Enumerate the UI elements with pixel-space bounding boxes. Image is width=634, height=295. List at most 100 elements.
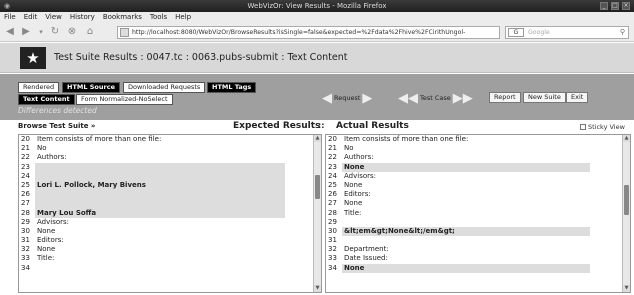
tab-rendered[interactable]: Rendered bbox=[18, 82, 60, 93]
stop-icon[interactable]: ⊗ bbox=[66, 26, 78, 38]
window-controls: _ □ × bbox=[600, 2, 630, 10]
scrollbar-thumb[interactable] bbox=[624, 185, 629, 215]
result-line: 29 Advisors: bbox=[19, 218, 285, 227]
search-placeholder: Google bbox=[528, 29, 550, 36]
scroll-up-icon[interactable]: ▲ bbox=[314, 135, 321, 142]
result-line: 29 bbox=[326, 218, 590, 227]
home-icon[interactable]: ⌂ bbox=[84, 26, 96, 38]
result-line: 22 Authors: bbox=[19, 153, 285, 162]
actual-scrollbar[interactable]: ▲ ▼ bbox=[622, 135, 630, 292]
request-nav[interactable]: ◀ Request ▶ bbox=[322, 91, 372, 105]
line-text: Mary Lou Soffa bbox=[35, 208, 285, 218]
line-number: 28 bbox=[21, 208, 30, 217]
line-number: 24 bbox=[328, 171, 337, 180]
result-line: 24 Advisors: bbox=[326, 172, 590, 181]
result-line: 26 Editors: bbox=[326, 190, 590, 199]
line-number: 25 bbox=[21, 180, 30, 189]
line-number: 33 bbox=[328, 254, 337, 263]
line-number: 29 bbox=[21, 217, 30, 226]
heading-separator: :: bbox=[318, 121, 325, 130]
line-text: None bbox=[342, 263, 590, 273]
expected-scrollbar[interactable]: ▲ ▼ bbox=[313, 135, 321, 292]
tab-html-source[interactable]: HTML Source bbox=[62, 82, 120, 93]
window-titlebar: ◉ WebVizOr: View Results - Mozilla Firef… bbox=[0, 0, 634, 12]
tab-form-normalized[interactable]: Form Normalized-NoSelect bbox=[76, 94, 173, 105]
prev-test-case-icon[interactable]: ◀◀ bbox=[398, 92, 418, 105]
search-icon[interactable]: ⚲ bbox=[620, 27, 625, 38]
line-number: 23 bbox=[21, 162, 30, 171]
expected-results-pane[interactable]: 20 Item consists of more than one file: 21… bbox=[18, 134, 322, 293]
line-text: Item consists of more than one file: bbox=[37, 135, 162, 143]
minimize-icon[interactable]: _ bbox=[600, 2, 608, 10]
url-text: http://localhost:8080/WebVizOr/BrowseRes… bbox=[132, 29, 466, 36]
result-line: 34 None bbox=[326, 263, 590, 273]
line-text: Authors: bbox=[344, 153, 374, 162]
expected-lines: 20 Item consists of more than one file: 21… bbox=[19, 135, 321, 273]
menu-bookmarks[interactable]: Bookmarks bbox=[103, 12, 142, 23]
firefox-icon: ◉ bbox=[3, 2, 11, 10]
actual-results-heading: Actual Results bbox=[336, 121, 409, 131]
scroll-down-icon[interactable]: ▼ bbox=[314, 285, 321, 292]
line-number: 34 bbox=[21, 263, 30, 272]
scroll-up-icon[interactable]: ▲ bbox=[623, 135, 630, 142]
sticky-view-checkbox[interactable] bbox=[580, 124, 586, 130]
forward-icon[interactable]: ▶ bbox=[20, 26, 32, 38]
scroll-down-icon[interactable]: ▼ bbox=[623, 285, 630, 292]
request-label: Request bbox=[334, 94, 361, 102]
close-icon[interactable]: × bbox=[622, 2, 630, 10]
tab-html-tags[interactable]: HTML Tags bbox=[207, 82, 257, 93]
line-text bbox=[35, 199, 285, 209]
report-button[interactable]: Report bbox=[489, 92, 521, 103]
menu-edit[interactable]: Edit bbox=[24, 12, 38, 23]
menu-help[interactable]: Help bbox=[175, 12, 191, 23]
result-line: 28 Title: bbox=[326, 209, 590, 218]
line-text: Advisors: bbox=[37, 217, 70, 226]
result-line: 32 Department: bbox=[326, 245, 590, 254]
line-number: 34 bbox=[328, 263, 337, 272]
history-dropdown-icon[interactable]: ▾ bbox=[35, 26, 47, 38]
reload-icon[interactable]: ↻ bbox=[49, 26, 61, 38]
line-text: No bbox=[344, 144, 354, 153]
menu-file[interactable]: File bbox=[4, 12, 16, 23]
exit-button[interactable]: Exit bbox=[566, 92, 589, 103]
scrollbar-thumb[interactable] bbox=[315, 175, 320, 199]
actual-results-pane[interactable]: 20 Item consists of more than one file: 21… bbox=[325, 134, 631, 293]
menu-tools[interactable]: Tools bbox=[150, 12, 167, 23]
menu-history[interactable]: History bbox=[70, 12, 95, 23]
sticky-view-toggle[interactable]: Sticky View bbox=[580, 123, 625, 131]
line-number: 25 bbox=[328, 180, 337, 189]
next-request-icon[interactable]: ▶ bbox=[362, 92, 372, 105]
menu-view[interactable]: View bbox=[45, 12, 62, 23]
line-text: Editors: bbox=[37, 236, 64, 245]
line-text: Advisors: bbox=[344, 171, 377, 180]
line-number: 26 bbox=[21, 190, 30, 199]
result-line: 27 None bbox=[326, 199, 590, 208]
page-header: ★ Test Suite Results : 0047.tc : 0063.pu… bbox=[0, 43, 634, 73]
window-title: WebVizOr: View Results - Mozilla Firefox bbox=[247, 2, 387, 10]
back-icon[interactable]: ◀ bbox=[4, 26, 16, 38]
result-line: 31 bbox=[326, 236, 590, 245]
test-case-nav[interactable]: ◀◀ Test Case ▶▶ bbox=[398, 91, 473, 105]
url-bar[interactable]: http://localhost:8080/WebVizOr/BrowseRes… bbox=[117, 26, 500, 39]
prev-request-icon[interactable]: ◀ bbox=[322, 92, 332, 105]
line-text: None bbox=[344, 199, 363, 208]
new-suite-button[interactable]: New Suite bbox=[523, 92, 566, 103]
line-number: 30 bbox=[21, 226, 30, 235]
result-line: 32 None bbox=[19, 245, 285, 254]
tab-text-content[interactable]: Text Content bbox=[18, 94, 75, 105]
maximize-icon[interactable]: □ bbox=[611, 2, 619, 10]
result-line: 31 Editors: bbox=[19, 236, 285, 245]
line-text: &lt;em&gt;None&lt;/em&gt; bbox=[342, 226, 590, 237]
line-text bbox=[35, 190, 285, 200]
result-line: 24 bbox=[19, 171, 285, 181]
search-box[interactable]: G Google ⚲ bbox=[505, 26, 629, 39]
browse-test-suite-link[interactable]: Browse Test Suite » bbox=[18, 122, 95, 130]
result-line: 25 None bbox=[326, 181, 590, 190]
line-number: 22 bbox=[328, 153, 337, 162]
tab-downloaded-requests[interactable]: Downloaded Requests bbox=[123, 82, 206, 93]
search-engine-icon[interactable]: G bbox=[508, 28, 524, 37]
result-line: 25 Lori L. Pollock, Mary Bivens bbox=[19, 180, 285, 191]
next-test-case-icon[interactable]: ▶▶ bbox=[453, 92, 473, 105]
line-number: 29 bbox=[328, 217, 337, 226]
webvizor-logo: ★ bbox=[20, 47, 46, 69]
